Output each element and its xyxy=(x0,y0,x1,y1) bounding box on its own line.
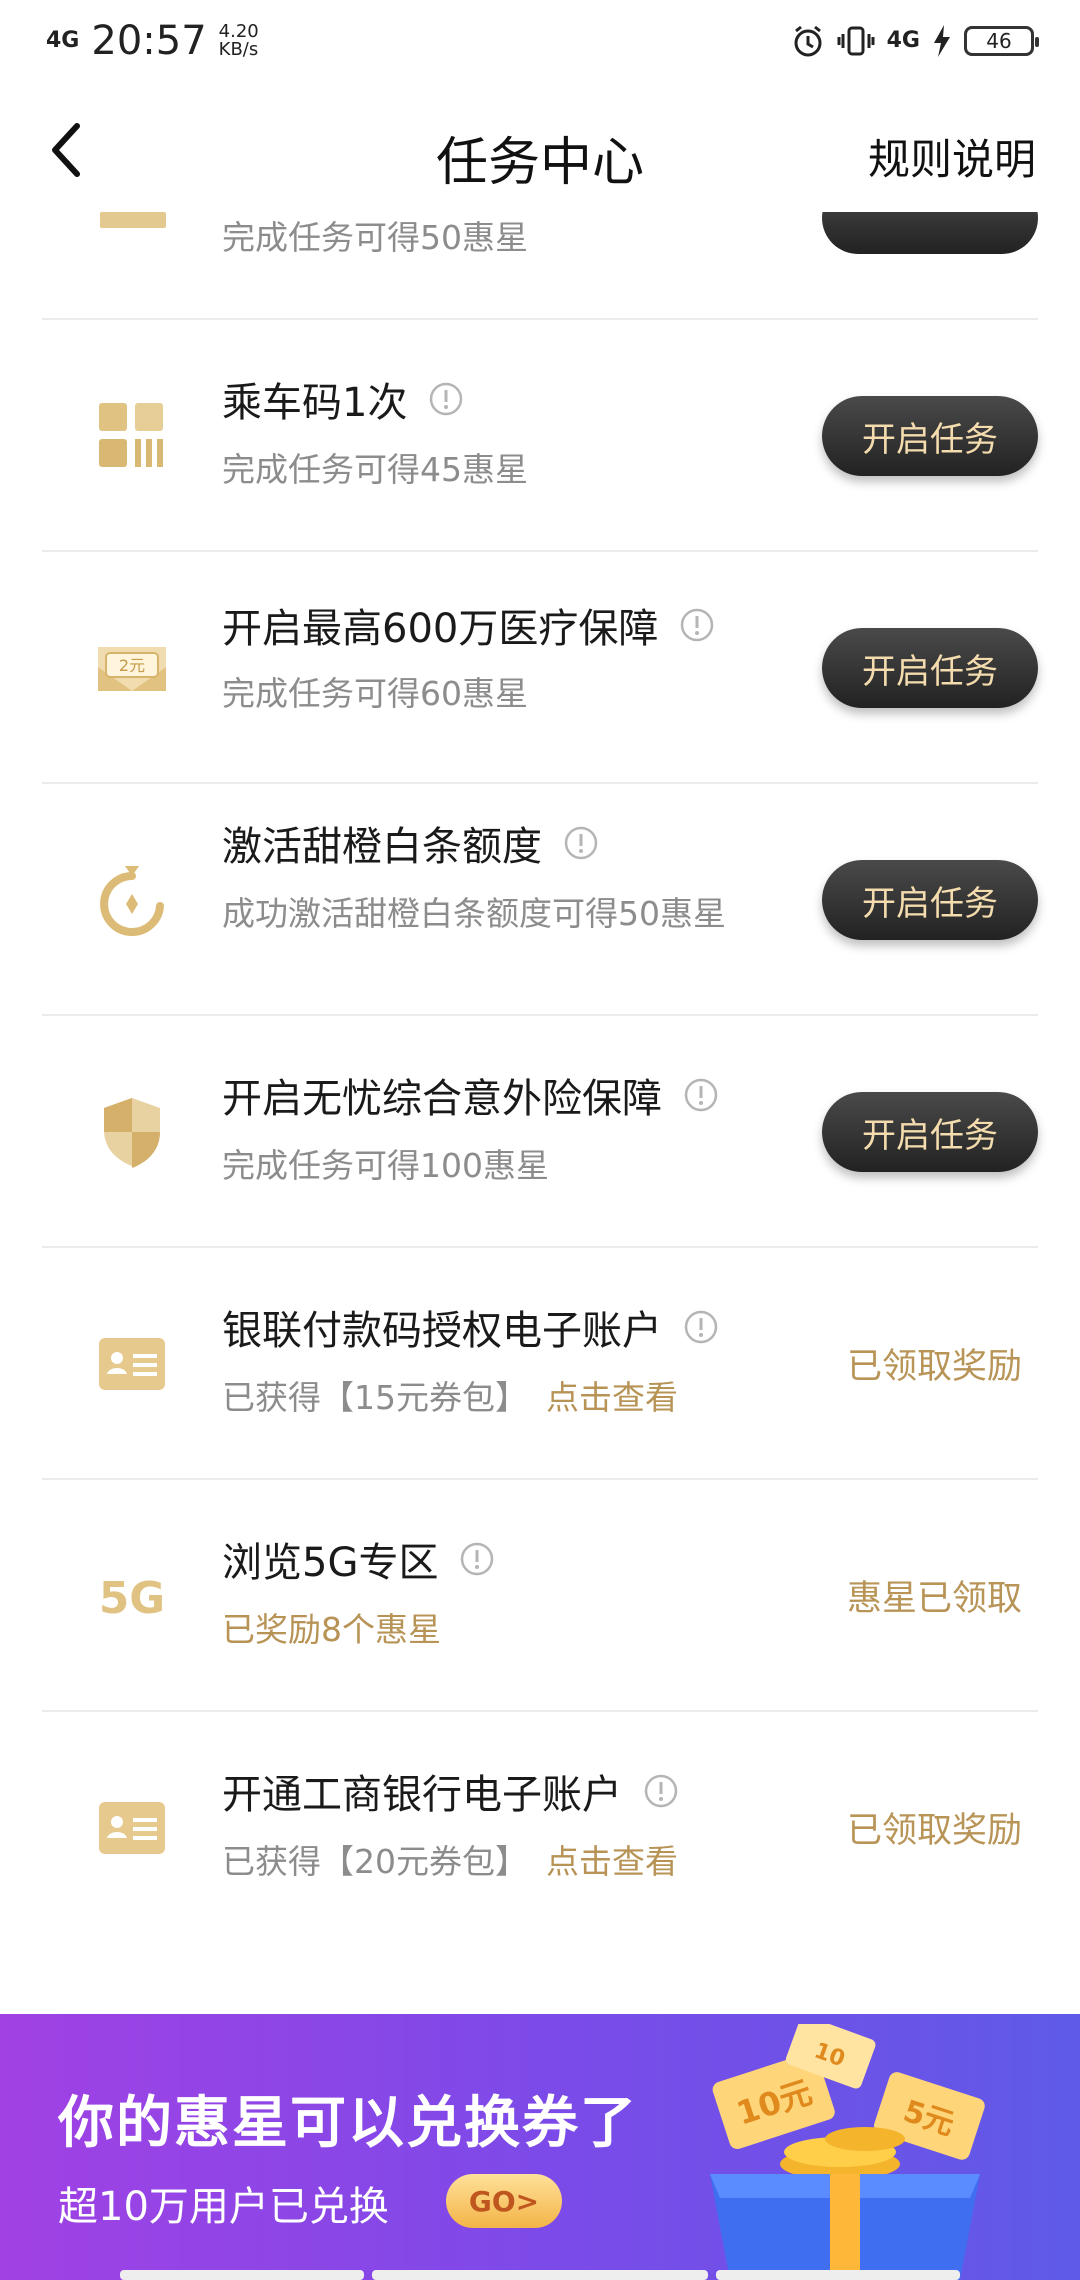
charging-icon xyxy=(934,25,950,57)
id-card-icon xyxy=(94,1326,170,1402)
info-icon[interactable] xyxy=(644,1774,678,1808)
task-row: 乘车码1次 完成任务可得45惠星 开启任务 xyxy=(42,320,1038,552)
status-time: 20:57 xyxy=(91,18,207,64)
view-link[interactable]: 点击查看 xyxy=(546,1378,678,1417)
orange-icon xyxy=(94,862,170,938)
start-task-button[interactable]: 开启任务 xyxy=(822,1092,1038,1172)
task-desc: 已获得【15元券包】 点击查看 xyxy=(222,1376,762,1420)
task-row: 银联付款码授权电子账户 已获得【15元券包】 点击查看 已领取奖励 xyxy=(42,1248,1038,1480)
task-title: 银联付款码授权电子账户 xyxy=(222,1308,662,1354)
banner-subtitle: 超10万用户已兑换 xyxy=(58,2184,389,2230)
task-row: 开启无忧综合意外险保障 完成任务可得100惠星 开启任务 xyxy=(42,1016,1038,1248)
back-button[interactable] xyxy=(40,120,90,180)
svg-text:2元: 2元 xyxy=(119,656,145,675)
task-status: 惠星已领取 xyxy=(846,1579,1022,1619)
bottom-tab xyxy=(372,2270,708,2280)
info-icon[interactable] xyxy=(460,1542,494,1576)
network-indicator: 4G xyxy=(46,28,80,53)
info-icon[interactable] xyxy=(684,1078,718,1112)
network-speed: 4.20 KB/s xyxy=(219,23,259,59)
task-status: 已领取奖励 xyxy=(846,1811,1022,1851)
network-speed-unit: KB/s xyxy=(218,39,259,60)
status-left: 4G 20:57 4.20 KB/s xyxy=(46,18,259,64)
start-task-button[interactable]: 开启任务 xyxy=(822,396,1038,476)
vibrate-icon xyxy=(837,26,875,56)
rules-link[interactable]: 规则说明 xyxy=(868,126,1036,187)
task-row: 激活甜橙白条额度 成功激活甜橙白条额度可得50惠星 开启任务 xyxy=(42,784,1038,1016)
alarm-icon xyxy=(794,25,822,57)
task-desc: 已奖励8个惠星 xyxy=(222,1610,441,1649)
go-button[interactable]: GO> xyxy=(446,2174,562,2228)
task-title: 乘车码1次 xyxy=(222,380,408,426)
task-row-partial: 完成任务可得50惠星 xyxy=(42,212,1038,320)
task-title: 激活甜橙白条额度 xyxy=(222,824,542,870)
qr-code-icon xyxy=(94,398,170,474)
bottom-tab xyxy=(716,2270,960,2280)
task-title: 浏览5G专区 xyxy=(222,1540,439,1586)
info-icon[interactable] xyxy=(564,826,598,860)
task-desc: 完成任务可得60惠星 xyxy=(222,674,528,713)
task-row: 开通工商银行电子账户 已获得【20元券包】 点击查看 已领取奖励 xyxy=(42,1712,1038,1944)
task-title: 开启最高600万医疗保障 xyxy=(222,606,659,652)
shield-icon xyxy=(94,1094,170,1170)
task-row: 5G 浏览5G专区 已奖励8个惠星 惠星已领取 xyxy=(42,1480,1038,1712)
view-link[interactable]: 点击查看 xyxy=(546,1842,678,1881)
battery-indicator: 46 xyxy=(964,26,1039,56)
task-desc-text: 已获得【15元券包】 xyxy=(222,1378,528,1417)
start-task-button[interactable]: 开启任务 xyxy=(822,628,1038,708)
task-desc: 已获得【20元券包】 点击查看 xyxy=(222,1840,762,1884)
status-right: 4G 46 xyxy=(791,24,1039,58)
id-card-icon xyxy=(94,1790,170,1866)
task-button-partial[interactable] xyxy=(822,212,1038,254)
bottom-tab xyxy=(120,2270,364,2280)
nav-bar: 任务中心 规则说明 xyxy=(0,92,1080,212)
exchange-banner[interactable]: 你的惠星可以兑换券了 超10万用户已兑换 GO> 10元 10 5元 xyxy=(0,2014,1080,2280)
info-icon[interactable] xyxy=(429,382,463,416)
task-title: 开通工商银行电子账户 xyxy=(222,1772,622,1818)
coupon-icon: 2元 xyxy=(94,630,170,706)
network-indicator-right: 4G xyxy=(886,28,920,53)
info-icon[interactable] xyxy=(684,1310,718,1344)
task-title: 开启无忧综合意外险保障 xyxy=(222,1076,662,1122)
task-row: 2元 开启最高600万医疗保障 完成任务可得60惠星 开启任务 xyxy=(42,552,1038,784)
task-status: 已领取奖励 xyxy=(846,1347,1022,1387)
back-arrow-icon xyxy=(52,123,80,177)
task-desc: 成功激活甜橙白条额度可得50惠星 xyxy=(222,894,726,933)
start-task-button[interactable]: 开启任务 xyxy=(822,860,1038,940)
gift-box-icon: 10元 10 5元 xyxy=(710,2024,985,2280)
task-desc: 完成任务可得50惠星 xyxy=(222,218,528,257)
status-bar: 4G 20:57 4.20 KB/s 4G 46 xyxy=(0,0,1080,82)
banner-title: 你的惠星可以兑换券了 xyxy=(58,2091,638,2156)
task-icon-partial xyxy=(100,212,166,228)
info-icon[interactable] xyxy=(680,608,714,642)
5g-icon: 5G xyxy=(94,1558,170,1634)
svg-text:5G: 5G xyxy=(99,1573,165,1624)
task-desc-text: 已获得【20元券包】 xyxy=(222,1842,528,1881)
task-desc: 完成任务可得45惠星 xyxy=(222,450,528,489)
task-desc: 完成任务可得100惠星 xyxy=(222,1146,549,1185)
